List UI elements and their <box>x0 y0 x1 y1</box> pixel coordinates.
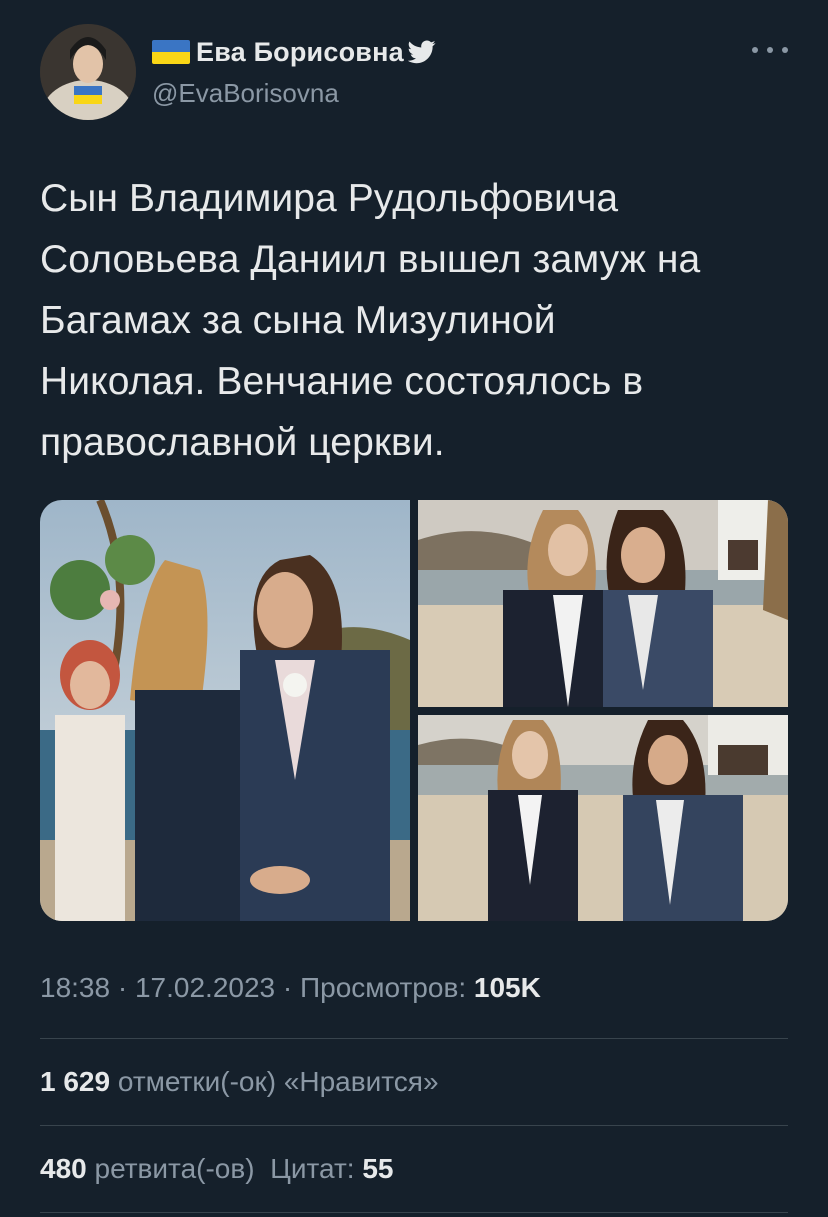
divider <box>40 1125 788 1126</box>
tweet-date[interactable]: 17.02.2023 <box>135 972 275 1003</box>
twitter-bird-icon <box>407 40 436 64</box>
retweets-quotes-stat: 480 ретвита(-ов) Цитат: 55 <box>40 1153 393 1185</box>
tweet-text: Сын Владимира Рудольфовича Соловьева Дан… <box>40 168 800 473</box>
tweet-text-line: православной церкви. <box>40 421 445 464</box>
meta-separator: · <box>110 972 135 1003</box>
retweets-label: ретвита(-ов) <box>86 1153 255 1184</box>
tweet-text-line: Соловьева Даниил вышел замуж на <box>40 238 701 281</box>
media-grid <box>40 500 788 921</box>
beach-walk-photo[interactable] <box>418 715 788 921</box>
ukraine-flag-icon <box>152 40 190 64</box>
quotes-label: Цитат: <box>254 1153 363 1184</box>
likes-stat[interactable]: 1 629 отметки(-ок) «Нравится» <box>40 1066 439 1098</box>
tweet-meta: 18:38 · 17.02.2023 · Просмотров: 105K <box>40 972 541 1004</box>
tweet-text-line: Сын Владимира Рудольфовича <box>40 177 619 220</box>
quotes-stat[interactable]: Цитат: 55 <box>254 1153 394 1184</box>
author-name-row[interactable]: Ева Борисовна <box>152 36 436 68</box>
beach-couple-photo[interactable] <box>418 500 788 707</box>
likes-label: отметки(-ок) «Нравится» <box>110 1066 439 1097</box>
more-horizontal-icon[interactable] <box>752 38 788 62</box>
wedding-kiss-photo[interactable] <box>40 500 410 921</box>
meta-separator: · <box>275 972 300 1003</box>
tweet-page: Ева Борисовна @EvaBorisovna Сын Владимир… <box>0 0 828 1217</box>
author-handle[interactable]: @EvaBorisovna <box>152 78 339 109</box>
tweet-text-line: Багамах за сына Мизулиной <box>40 299 556 342</box>
views-label: Просмотров: <box>300 972 474 1003</box>
quotes-count: 55 <box>362 1153 394 1184</box>
retweets-count: 480 <box>40 1153 87 1184</box>
divider <box>40 1038 788 1039</box>
divider <box>40 1212 788 1213</box>
display-name[interactable]: Ева Борисовна <box>196 37 404 68</box>
views-count: 105K <box>473 972 541 1003</box>
avatar[interactable] <box>40 24 136 120</box>
tweet-text-line: Николая. Венчание состоялось в <box>40 360 644 403</box>
tweet-time[interactable]: 18:38 <box>40 972 110 1003</box>
retweets-stat[interactable]: 480 ретвита(-ов) <box>40 1153 255 1184</box>
likes-count: 1 629 <box>40 1066 111 1097</box>
